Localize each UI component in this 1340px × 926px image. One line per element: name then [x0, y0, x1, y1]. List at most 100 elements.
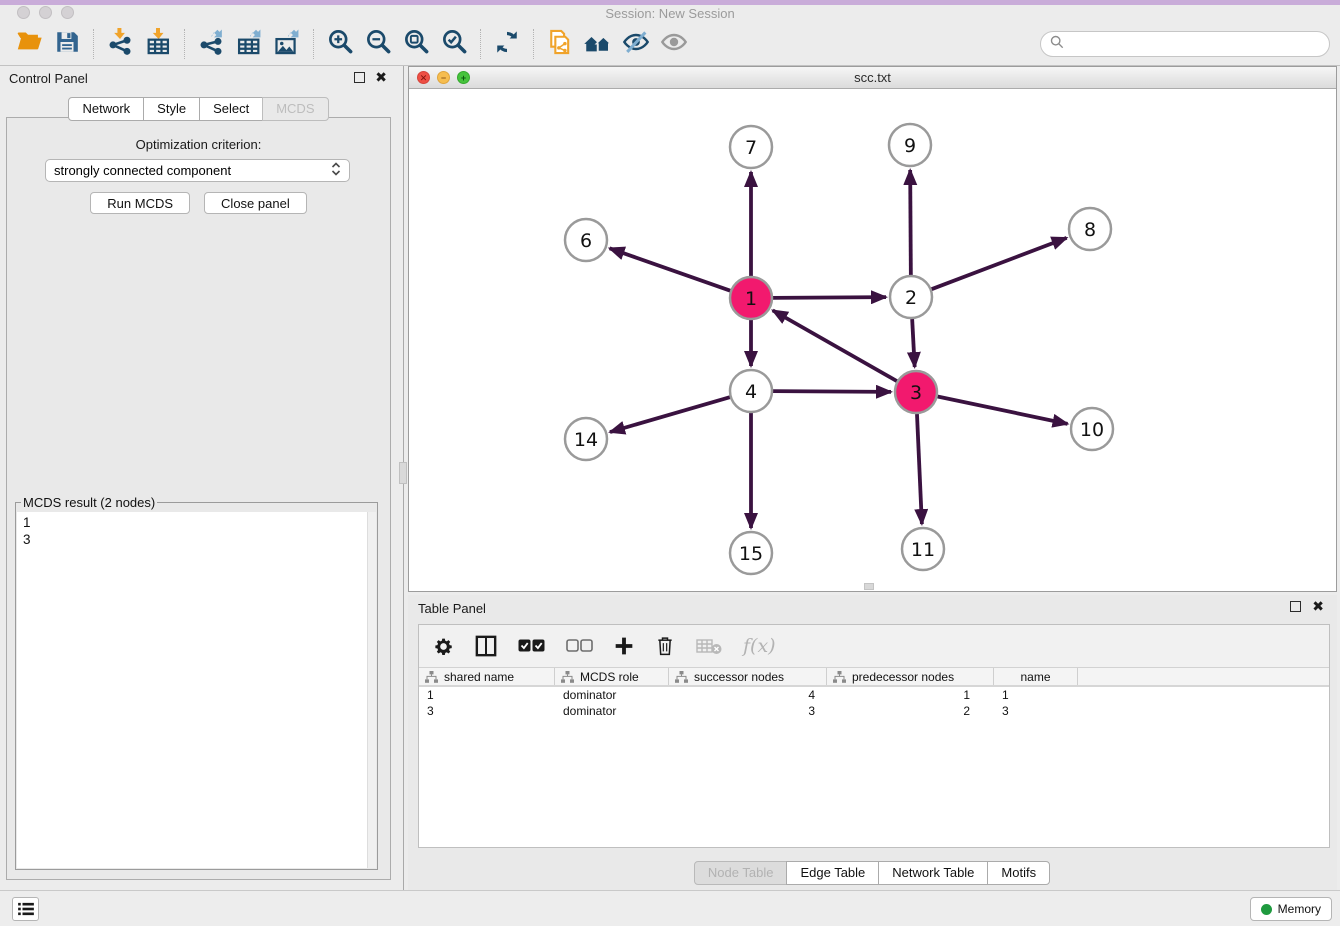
result-scrollbar[interactable] [367, 512, 376, 868]
splitter-grip[interactable] [399, 462, 407, 484]
hide-selected-button[interactable] [617, 26, 655, 62]
save-floppy-icon [54, 29, 80, 60]
graph-edge-2-8[interactable] [932, 238, 1067, 289]
table-settings-button[interactable] [433, 636, 454, 657]
network-window-titlebar[interactable]: ✕ − + scc.txt [409, 67, 1336, 89]
cell-mcds-role[interactable]: dominator [555, 704, 669, 718]
cell-shared-name[interactable]: 1 [419, 688, 555, 702]
close-panel-button[interactable]: Close panel [204, 192, 307, 214]
panel-splitter[interactable] [398, 66, 408, 890]
export-network-button[interactable] [192, 26, 230, 62]
graph-node-label-2: 2 [905, 287, 917, 309]
export-table-button[interactable] [230, 26, 268, 62]
column-layout-button[interactable] [475, 635, 497, 657]
tab-style[interactable]: Style [143, 97, 200, 121]
add-column-button[interactable] [614, 636, 634, 656]
graph-node-label-8: 8 [1084, 219, 1096, 241]
graph-edge-4-14[interactable] [610, 397, 730, 432]
float-table-panel-icon[interactable] [1290, 601, 1301, 612]
export-image-icon [273, 28, 301, 61]
graph-edge-3-1[interactable] [773, 310, 897, 381]
tab-network[interactable]: Network [68, 97, 144, 121]
cell-successor-nodes[interactable]: 3 [669, 704, 827, 718]
graph-edge-3-10[interactable] [938, 397, 1068, 424]
task-history-button[interactable] [12, 897, 39, 921]
float-panel-icon[interactable] [354, 72, 365, 83]
tab-mcds[interactable]: MCDS [262, 97, 328, 121]
table-row[interactable]: 3 dominator 3 2 3 [419, 703, 1329, 719]
canvas-grip[interactable] [864, 583, 874, 590]
graph-edge-2-3[interactable] [912, 319, 915, 367]
open-file-button[interactable] [10, 26, 48, 62]
graph-node-label-14: 14 [574, 429, 598, 451]
column-header-shared-name[interactable]: shared name [419, 668, 555, 685]
zoom-out-button[interactable] [359, 26, 397, 62]
search-field[interactable] [1040, 31, 1330, 57]
column-header-successor-nodes[interactable]: successor nodes [669, 668, 827, 685]
new-network-from-selection-button[interactable] [541, 26, 579, 62]
import-table-button[interactable] [139, 26, 177, 62]
cell-name[interactable]: 3 [994, 704, 1078, 718]
close-panel-icon[interactable]: ✖ [375, 69, 387, 86]
zoom-in-button[interactable] [321, 26, 359, 62]
tab-edge-table[interactable]: Edge Table [786, 861, 879, 885]
cell-predecessor-nodes[interactable]: 2 [827, 704, 994, 718]
tab-network-table[interactable]: Network Table [878, 861, 988, 885]
network-canvas[interactable]: 7968124314101511 [409, 89, 1336, 591]
deselect-all-button[interactable] [566, 639, 593, 653]
show-all-button[interactable] [655, 26, 693, 62]
table-panel-title: Table Panel [418, 601, 486, 616]
status-bar: Memory [0, 890, 1340, 926]
graph-node-label-3: 3 [910, 382, 922, 404]
apply-layout-button[interactable] [488, 26, 526, 62]
toolbar-separator [93, 29, 94, 59]
first-neighbors-button[interactable] [579, 26, 617, 62]
tab-node-table[interactable]: Node Table [694, 861, 788, 885]
cell-predecessor-nodes[interactable]: 1 [827, 688, 994, 702]
graph-edge-1-2[interactable] [773, 297, 886, 298]
table-header-row: shared name MCDS role successor nodes pr… [419, 668, 1329, 687]
graph-edge-4-3[interactable] [773, 391, 891, 392]
zoom-fit-icon [403, 28, 430, 60]
memory-button[interactable]: Memory [1250, 897, 1332, 921]
search-input[interactable] [1070, 37, 1320, 52]
zoom-selected-button[interactable] [435, 26, 473, 62]
graph-edge-1-6[interactable] [610, 248, 731, 290]
graph-node-label-15: 15 [739, 543, 763, 565]
mcds-result-list[interactable]: 1 3 [17, 512, 376, 868]
criterion-select[interactable]: strongly connected component [45, 159, 350, 182]
graph-edge-3-11[interactable] [917, 414, 922, 524]
import-network-button[interactable] [101, 26, 139, 62]
control-panel-tabs: Network Style Select MCDS [0, 97, 398, 121]
export-table-icon [235, 28, 263, 61]
mcds-result-title: MCDS result (2 nodes) [21, 495, 157, 510]
graph-edge-2-9[interactable] [910, 170, 911, 275]
close-table-panel-icon[interactable]: ✖ [1312, 598, 1324, 615]
column-header-name[interactable]: name [994, 668, 1078, 685]
table-row[interactable]: 1 dominator 4 1 1 [419, 687, 1329, 703]
window-title: Session: New Session [0, 6, 1340, 21]
toolbar-separator [480, 29, 481, 59]
zoom-fit-button[interactable] [397, 26, 435, 62]
delete-column-button[interactable] [655, 635, 675, 657]
save-session-button[interactable] [48, 26, 86, 62]
run-mcds-button[interactable]: Run MCDS [90, 192, 190, 214]
refresh-arrows-icon [494, 29, 520, 60]
network-view-window: ✕ − + scc.txt 7968124314101511 [408, 66, 1337, 592]
cell-shared-name[interactable]: 3 [419, 704, 555, 718]
column-header-mcds-role[interactable]: MCDS role [555, 668, 669, 685]
network-graph[interactable]: 7968124314101511 [409, 89, 1336, 591]
mcds-result-group: MCDS result (2 nodes) 1 3 [15, 495, 378, 870]
search-icon [1050, 35, 1064, 54]
tab-select[interactable]: Select [199, 97, 263, 121]
memory-status-icon [1261, 904, 1272, 915]
export-image-button[interactable] [268, 26, 306, 62]
cell-name[interactable]: 1 [994, 688, 1078, 702]
duplicate-network-icon [546, 28, 574, 61]
zoom-selected-icon [441, 28, 468, 60]
cell-mcds-role[interactable]: dominator [555, 688, 669, 702]
select-all-button[interactable] [518, 639, 545, 653]
cell-successor-nodes[interactable]: 4 [669, 688, 827, 702]
column-header-predecessor-nodes[interactable]: predecessor nodes [827, 668, 994, 685]
tab-motifs[interactable]: Motifs [987, 861, 1050, 885]
